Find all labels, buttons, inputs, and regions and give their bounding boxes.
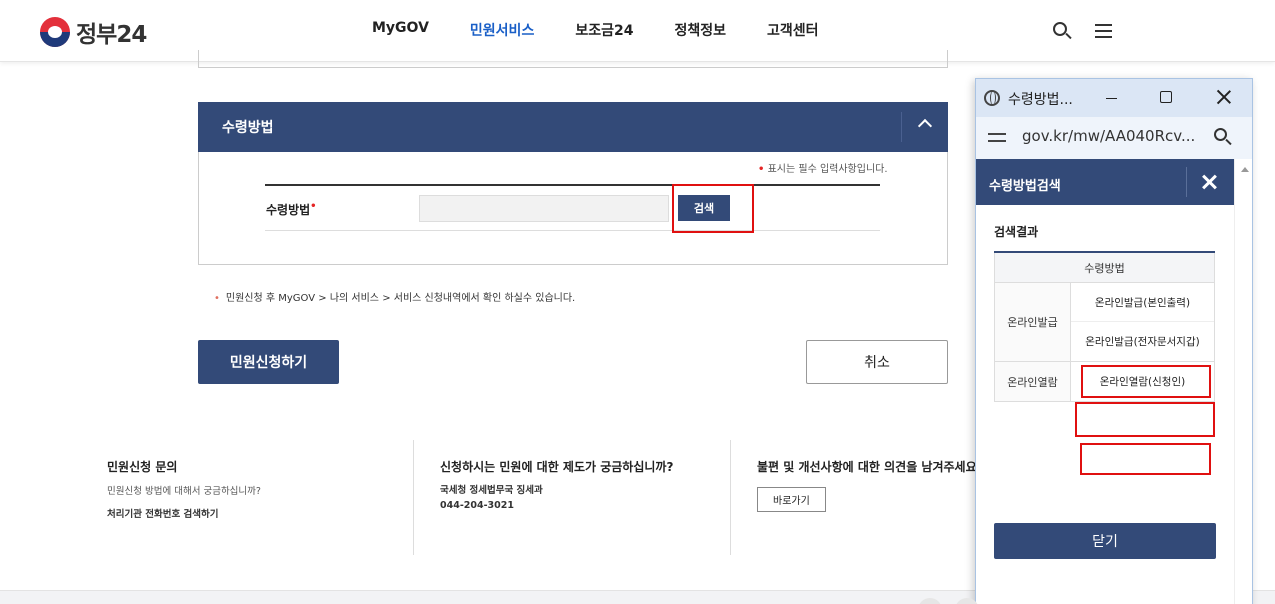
scroll-up-arrow-icon[interactable] [1241,167,1249,172]
zoom-icon[interactable] [1214,128,1232,146]
search-button-highlight [672,184,754,233]
result-label: 검색결과 [994,225,1039,239]
notice-message: 민원신청 후 MyGOV > 나의 서비스 > 서비스 신청내역에서 확인 하실… [225,293,576,304]
page-root: 정부24 MyGOV 민원서비스 보조금24 정책정보 고객센터 수령방법 • … [0,0,1275,604]
popup-url[interactable]: gov.kr/mw/AA040Rcv... [1022,127,1195,145]
header-icons [1051,20,1115,42]
receipt-method-label-text: 수령방법 [266,203,311,217]
main-nav: MyGOV 민원서비스 보조금24 정책정보 고객센터 [372,20,819,40]
required-dot: • [758,164,765,175]
popup-window-title: 수령방법... [1008,92,1073,108]
nav-item-customer-center[interactable]: 고객센터 [767,20,819,40]
footer-separator [413,440,414,555]
required-dot: • [310,201,317,212]
popup-close-button[interactable]: 닫기 [994,523,1216,559]
footer-feedback-title: 불편 및 개선사항에 대한 의견을 남겨주세요. [757,460,982,474]
form-bottom-border [265,230,880,231]
panel-divider [901,112,902,142]
popup-header: 수령방법검색 [976,159,1234,205]
footer-phone: 044-204-3021 [440,500,514,511]
receipt-method-panel-header: 수령방법 [198,102,948,152]
nav-item-subsidy24[interactable]: 보조금24 [575,20,633,40]
close-window-icon[interactable] [1216,89,1232,105]
minimize-icon[interactable] [1106,98,1117,99]
logo-text: 정부24 [76,22,147,48]
popup-address-bar: gov.kr/mw/AA040Rcv... [976,117,1252,159]
form-top-border [265,184,880,186]
option-list: 온라인발급(본인출력) 온라인발급(전자문서지갑) [1071,283,1214,361]
menu-icon[interactable] [1093,20,1115,42]
footer-inquiry-desc: 민원신청 방법에 대해서 궁금하십니까? [107,486,261,497]
result-table-header: 수령방법 [994,253,1215,283]
footer-inquiry: 민원신청 문의 민원신청 방법에 대해서 궁금하십니까? 처리기관 전화번호 검… [107,458,261,522]
chevron-up-icon[interactable] [917,118,933,134]
apply-button[interactable]: 민원신청하기 [198,340,339,384]
option-highlight [1080,443,1211,475]
category-online-view: 온라인열람 [995,362,1071,401]
popup-header-title: 수령방법검색 [989,179,1061,194]
nav-item-policy-info[interactable]: 정책정보 [674,20,726,40]
popup-header-divider [1186,167,1187,197]
receipt-method-input[interactable] [419,195,669,222]
table-row: 온라인발급 온라인발급(본인출력) 온라인발급(전자문서지갑) [994,283,1215,362]
option-online-issue-e-wallet[interactable]: 온라인발급(전자문서지갑) [1071,322,1214,361]
panel-title: 수령방법 [222,120,274,136]
nav-item-civil-service[interactable]: 민원서비스 [470,20,534,40]
globe-icon [984,90,1000,106]
notice-text: • 민원신청 후 MyGOV > 나의 서비스 > 서비스 신청내역에서 확인 하… [214,289,575,304]
required-note: • 표시는 필수 입력사항입니다. [758,160,888,175]
site-logo[interactable]: 정부24 [40,15,147,49]
footer-feedback: 불편 및 개선사항에 대한 의견을 남겨주세요. 바로가기 [757,458,981,512]
receipt-method-label: 수령방법• [266,201,317,218]
feedback-shortcut-button[interactable]: 바로가기 [757,487,826,512]
footer-org: 국세청 정세법무국 징세과 [440,485,543,496]
phone-search-link[interactable]: 처리기관 전화번호 검색하기 [107,507,261,522]
search-icon[interactable] [1051,20,1073,42]
option-online-issue-self-print[interactable]: 온라인발급(본인출력) [1071,283,1214,322]
taegeuk-logo-icon [40,17,70,47]
maximize-icon[interactable] [1160,91,1172,103]
footer-separator [730,440,731,555]
popup-titlebar: 수령방법... [976,79,1252,117]
footer-system-info: 신청하시는 민원에 대한 제도가 궁금하십니까? 국세청 정세법무국 징세과 0… [440,458,673,513]
category-online-issue: 온라인발급 [995,283,1071,361]
footer-system-title: 신청하시는 민원에 대한 제도가 궁금하십니까? [440,460,674,474]
notice-bullet: • [214,293,220,304]
previous-section-box [198,50,948,68]
nav-item-mygov[interactable]: MyGOV [372,20,429,40]
receipt-method-search-popup: 수령방법... gov.kr/mw/AA040Rcv... 수령방법검색 검색결… [975,78,1253,604]
footer-inquiry-title: 민원신청 문의 [107,460,178,474]
option-highlight [1075,402,1215,437]
popup-content: 수령방법검색 검색결과 수령방법 온라인발급 온라인발급(본인출력) 온라인발급… [976,159,1252,604]
cancel-button[interactable]: 취소 [806,340,948,384]
site-settings-icon[interactable] [988,130,1006,146]
option-highlight [1081,365,1211,398]
close-icon[interactable] [1201,174,1217,190]
popup-scrollbar[interactable] [1234,159,1252,604]
required-note-text: 표시는 필수 입력사항입니다. [767,164,888,175]
